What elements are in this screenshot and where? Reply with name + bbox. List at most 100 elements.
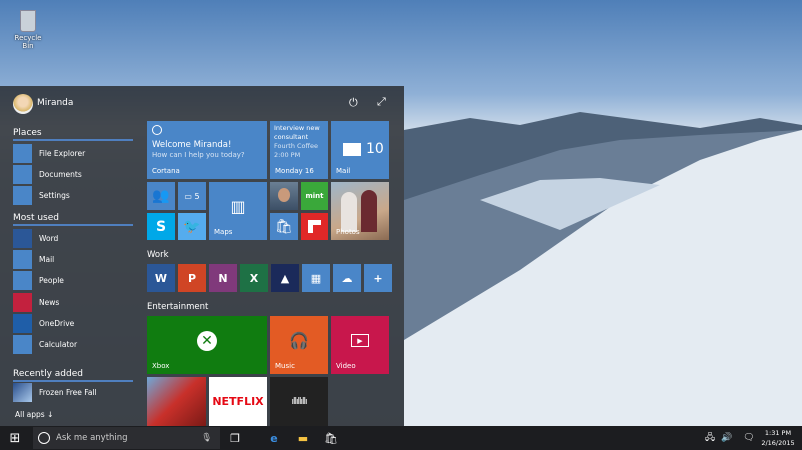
headphones-icon: 🎧 bbox=[289, 330, 309, 350]
onenote-icon: N bbox=[218, 271, 228, 285]
tile-calendar[interactable]: Interview new consultant Fourth Coffee 2… bbox=[270, 121, 328, 179]
tile-work-onenote[interactable]: N bbox=[209, 264, 237, 292]
tile-label: Photos bbox=[336, 228, 360, 236]
avatar[interactable] bbox=[13, 94, 33, 114]
video-icon: ▶ bbox=[351, 334, 369, 347]
menu-item-people[interactable]: People bbox=[13, 271, 133, 291]
tile-label: Monday 16 bbox=[275, 167, 314, 175]
task-view-icon: ❐ bbox=[230, 431, 240, 445]
cortana-subtitle: How can I help you today? bbox=[152, 151, 245, 159]
menu-item-word[interactable]: Word bbox=[13, 229, 133, 248]
tile-maps[interactable]: ▥ Maps bbox=[209, 182, 267, 240]
tile-work-word[interactable]: W bbox=[147, 264, 175, 292]
menu-item-mail[interactable]: Mail bbox=[13, 250, 133, 270]
task-view-button[interactable]: ❐ bbox=[222, 426, 248, 450]
places-heading: Places bbox=[13, 128, 133, 141]
calendar-location: Fourth Coffee bbox=[274, 142, 319, 150]
tile-work-add[interactable]: + bbox=[364, 264, 392, 292]
people-icon bbox=[13, 271, 32, 291]
tile-store[interactable]: 🛍 bbox=[270, 213, 298, 240]
recent-item-frozen-free-fall[interactable]: Frozen Free Fall bbox=[13, 383, 133, 402]
windows-icon: ⊞ bbox=[9, 430, 21, 446]
recycle-bin[interactable]: Recycle Bin bbox=[10, 10, 46, 50]
search-placeholder: Ask me anything bbox=[56, 433, 128, 443]
tile-cars[interactable] bbox=[147, 377, 206, 426]
tile-skype[interactable]: S bbox=[147, 213, 175, 240]
tile-music[interactable]: 🎧 Music bbox=[270, 316, 328, 374]
calculator-icon: ▦ bbox=[310, 271, 322, 285]
menu-item-calculator[interactable]: Calculator bbox=[13, 335, 133, 354]
tile-work-excel[interactable]: X bbox=[240, 264, 268, 292]
menu-item-file-explorer[interactable]: File Explorer bbox=[13, 144, 133, 163]
most-used-heading: Most used bbox=[13, 213, 133, 226]
tile-mail[interactable]: 10 Mail bbox=[331, 121, 389, 179]
word-icon: W bbox=[154, 271, 168, 285]
tile-label: Music bbox=[275, 362, 295, 370]
calculator-icon bbox=[13, 335, 32, 354]
store-button[interactable]: 🛍 bbox=[318, 426, 344, 450]
powerpoint-icon: P bbox=[187, 271, 197, 285]
menu-item-documents[interactable]: Documents bbox=[13, 165, 133, 185]
work-group-heading: Work bbox=[147, 250, 169, 260]
tile-work-calculator[interactable]: ▦ bbox=[302, 264, 330, 292]
search-box[interactable]: Ask me anything 🎙 bbox=[33, 427, 220, 449]
cortana-circle-icon bbox=[152, 125, 162, 135]
tile-work-powerpoint[interactable]: P bbox=[178, 264, 206, 292]
tile-label: Video bbox=[336, 362, 356, 370]
recycle-bin-label: Recycle Bin bbox=[14, 34, 42, 50]
start-button[interactable]: ⊞ bbox=[2, 426, 28, 450]
tile-flipboard[interactable] bbox=[301, 213, 328, 240]
photo-person-2 bbox=[361, 190, 377, 232]
store-icon: 🛍 bbox=[275, 218, 293, 235]
file-explorer-button[interactable]: ▬ bbox=[290, 426, 316, 450]
clock[interactable]: 1:31 PM 2/16/2015 bbox=[758, 428, 798, 448]
expand-icon[interactable]: ⤢ bbox=[377, 95, 386, 109]
store-icon: 🛍 bbox=[324, 431, 338, 445]
power-icon[interactable]: ⏻ bbox=[349, 96, 358, 110]
twitter-icon: 🐦 bbox=[183, 218, 201, 235]
cortana-icon bbox=[38, 432, 50, 444]
edge-icon: e bbox=[270, 431, 278, 445]
menu-item-news[interactable]: News bbox=[13, 292, 133, 312]
tile-messaging[interactable]: ▭ 5 bbox=[178, 182, 206, 210]
message-count: 5 bbox=[194, 191, 200, 201]
tile-video[interactable]: ▶ Video bbox=[331, 316, 389, 374]
user-name[interactable]: Miranda bbox=[37, 98, 73, 108]
tile-photos[interactable]: Photos bbox=[331, 182, 389, 240]
power-bi-icon: ▲ bbox=[280, 271, 290, 285]
tile-label: Cortana bbox=[152, 167, 180, 175]
recycle-bin-icon bbox=[20, 10, 36, 32]
tile-work-onedrive[interactable]: ☁ bbox=[333, 264, 361, 292]
clock-time: 1:31 PM bbox=[764, 429, 792, 437]
menu-item-label: Word bbox=[39, 234, 59, 243]
menu-item-label: Mail bbox=[39, 255, 55, 265]
tile-work-power-bi[interactable]: ▲ bbox=[271, 264, 299, 292]
message-icon: ▭ bbox=[184, 191, 195, 201]
menu-item-settings[interactable]: Settings bbox=[13, 186, 133, 206]
menu-item-onedrive[interactable]: OneDrive bbox=[13, 313, 133, 333]
tile-label: Xbox bbox=[152, 362, 170, 370]
tile-people[interactable]: 👥 bbox=[147, 182, 175, 210]
folder-icon bbox=[13, 144, 32, 163]
microphone-icon[interactable]: 🎙 bbox=[201, 433, 212, 443]
calendar-time: 2:00 PM bbox=[274, 151, 301, 159]
excel-icon: X bbox=[249, 271, 259, 285]
edge-button[interactable]: e bbox=[261, 426, 287, 450]
tile-audio-app[interactable]: ıllıllıllı bbox=[270, 377, 328, 426]
all-apps-button[interactable]: All apps ↓ bbox=[15, 410, 53, 419]
tile-label: Mail bbox=[336, 167, 351, 175]
tile-xbox[interactable]: ✕ Xbox bbox=[147, 316, 267, 374]
skype-icon: S bbox=[155, 218, 167, 235]
tile-netflix[interactable]: NETFLIX bbox=[209, 377, 267, 426]
mint-logo: mint bbox=[305, 192, 324, 200]
menu-item-label: Calculator bbox=[39, 340, 78, 349]
tile-mint[interactable]: mint bbox=[301, 182, 328, 210]
tile-twitter[interactable]: 🐦 bbox=[178, 213, 206, 240]
onedrive-icon: ☁ bbox=[341, 271, 353, 285]
tile-people-photo[interactable] bbox=[270, 182, 298, 210]
word-icon bbox=[13, 229, 32, 248]
tile-cortana[interactable]: Welcome Miranda! How can I help you toda… bbox=[147, 121, 267, 179]
menu-item-label: News bbox=[39, 297, 60, 307]
tile-label: Maps bbox=[214, 228, 233, 236]
cortana-title: Welcome Miranda! bbox=[152, 140, 232, 150]
